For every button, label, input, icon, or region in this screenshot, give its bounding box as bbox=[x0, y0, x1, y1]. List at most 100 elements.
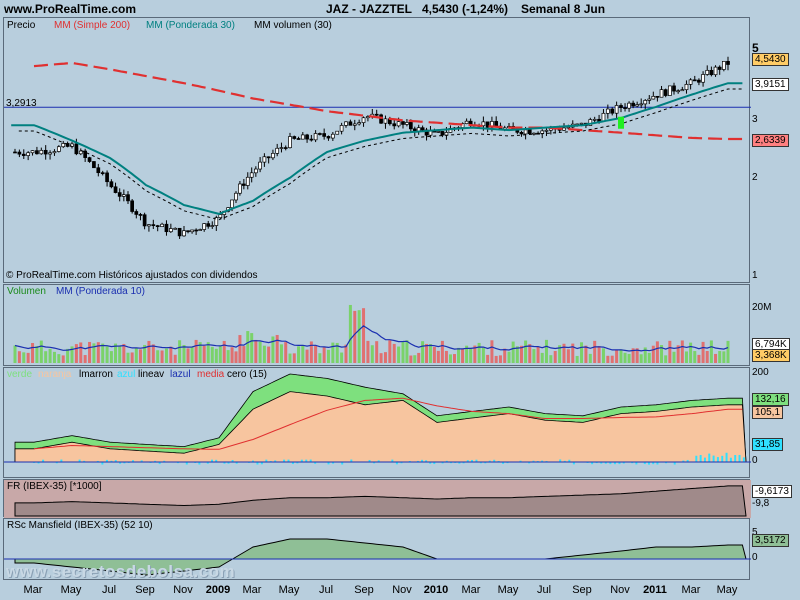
candle bbox=[627, 101, 631, 112]
volume-bar bbox=[417, 352, 421, 363]
volume-bar bbox=[606, 355, 610, 363]
candle bbox=[271, 149, 275, 161]
volume-bar bbox=[301, 344, 305, 363]
candle bbox=[680, 86, 685, 92]
volume-bar bbox=[218, 346, 222, 363]
x-tick-label: Nov bbox=[610, 584, 630, 596]
x-tick-label: 2011 bbox=[643, 584, 667, 596]
candle bbox=[639, 98, 644, 109]
volume-bar bbox=[655, 341, 659, 363]
volume-bar bbox=[477, 342, 481, 363]
volume-bar bbox=[440, 340, 444, 363]
osc-cyan-bar bbox=[721, 455, 724, 462]
fr-panel[interactable]: FR (IBEX-35) [*1000] bbox=[3, 479, 751, 518]
candle bbox=[142, 212, 147, 230]
volume-bar bbox=[436, 350, 440, 363]
period-label: Semanal 8 Jun bbox=[521, 2, 606, 16]
candle bbox=[300, 132, 305, 140]
quote-value: 4,5430 (-1,24%) bbox=[422, 2, 509, 16]
site-name[interactable]: www.ProRealTime.com bbox=[4, 2, 136, 16]
volume-bar bbox=[254, 339, 258, 363]
volume-bar bbox=[74, 344, 78, 363]
candle bbox=[151, 219, 156, 229]
volume-bar bbox=[619, 349, 623, 363]
candle bbox=[262, 153, 267, 167]
volume-bar bbox=[540, 352, 544, 363]
volume-bar bbox=[309, 341, 313, 363]
candle bbox=[305, 133, 309, 143]
candle bbox=[405, 119, 409, 127]
candle bbox=[13, 148, 17, 154]
volume-bar bbox=[238, 335, 242, 363]
candle bbox=[241, 178, 246, 190]
candle bbox=[326, 135, 331, 141]
volume-bar bbox=[490, 340, 494, 363]
candle bbox=[570, 120, 575, 129]
volume-bar bbox=[271, 336, 275, 363]
volume-bar bbox=[544, 339, 548, 363]
legend-azul: azul bbox=[117, 369, 136, 380]
osc-cyan-bar bbox=[725, 452, 728, 462]
candle bbox=[709, 66, 714, 77]
volume-bar bbox=[122, 343, 126, 363]
legend-precio: Precio bbox=[7, 20, 36, 31]
candle bbox=[655, 95, 660, 102]
candle bbox=[344, 121, 348, 128]
candle bbox=[659, 85, 664, 98]
candle bbox=[361, 116, 366, 127]
volume-bar bbox=[279, 344, 283, 363]
candle bbox=[87, 156, 92, 163]
volume-bar bbox=[448, 354, 452, 363]
volume-bar bbox=[118, 345, 122, 363]
x-tick-label: Mar bbox=[23, 584, 43, 596]
volume-bar bbox=[83, 355, 87, 363]
x-tick-label: May bbox=[716, 584, 738, 596]
candle bbox=[348, 119, 353, 126]
volume-bar bbox=[194, 339, 198, 363]
legend-naranja: naranja bbox=[38, 369, 72, 380]
candle bbox=[322, 128, 327, 140]
rsc-tick-0: 0 bbox=[752, 552, 758, 563]
signal-marker bbox=[618, 116, 624, 129]
volume-bar bbox=[288, 353, 292, 363]
volume-bar bbox=[453, 354, 456, 363]
oscillator-panel[interactable]: verde naranja lmarron azul lineav lazul … bbox=[3, 367, 751, 478]
candle bbox=[173, 227, 178, 230]
volume-bar bbox=[234, 351, 238, 363]
volume-bar bbox=[647, 352, 651, 363]
x-tick-label: Sep bbox=[572, 584, 592, 596]
candle bbox=[202, 223, 207, 232]
candle bbox=[339, 122, 344, 135]
volume-bar bbox=[190, 346, 194, 363]
osc-tick-200: 200 bbox=[752, 367, 769, 378]
candle bbox=[692, 75, 697, 82]
volume-bar bbox=[432, 346, 436, 363]
volume-bar bbox=[536, 346, 540, 363]
oscillator-chart bbox=[4, 373, 751, 465]
candle bbox=[713, 65, 718, 77]
volume-bar bbox=[524, 340, 528, 363]
price-panel[interactable]: Precio MM (Simple 200) MM (Ponderada 30)… bbox=[3, 17, 751, 283]
volume-bar bbox=[147, 340, 151, 363]
volume-bar bbox=[726, 340, 730, 363]
candle bbox=[17, 149, 22, 158]
volume-bar bbox=[425, 343, 429, 363]
candle bbox=[601, 109, 606, 122]
hline-label: 3,2913 bbox=[6, 98, 37, 109]
candle bbox=[155, 224, 160, 232]
volume-chart bbox=[13, 304, 730, 363]
candle bbox=[330, 131, 335, 141]
volume-bar bbox=[353, 310, 357, 363]
volume-bar bbox=[409, 355, 413, 363]
volume-bar bbox=[318, 353, 322, 363]
volume-bar bbox=[421, 341, 425, 363]
osc-cyan-bar bbox=[734, 455, 737, 462]
candle bbox=[519, 130, 524, 137]
volume-bar bbox=[305, 349, 309, 363]
volume-panel[interactable]: Volumen MM (Ponderada 10) bbox=[3, 284, 750, 366]
volume-bar bbox=[61, 355, 65, 363]
candle bbox=[283, 145, 288, 151]
volume-bar bbox=[22, 352, 26, 363]
volume-bar bbox=[126, 352, 130, 363]
candle bbox=[684, 80, 689, 94]
